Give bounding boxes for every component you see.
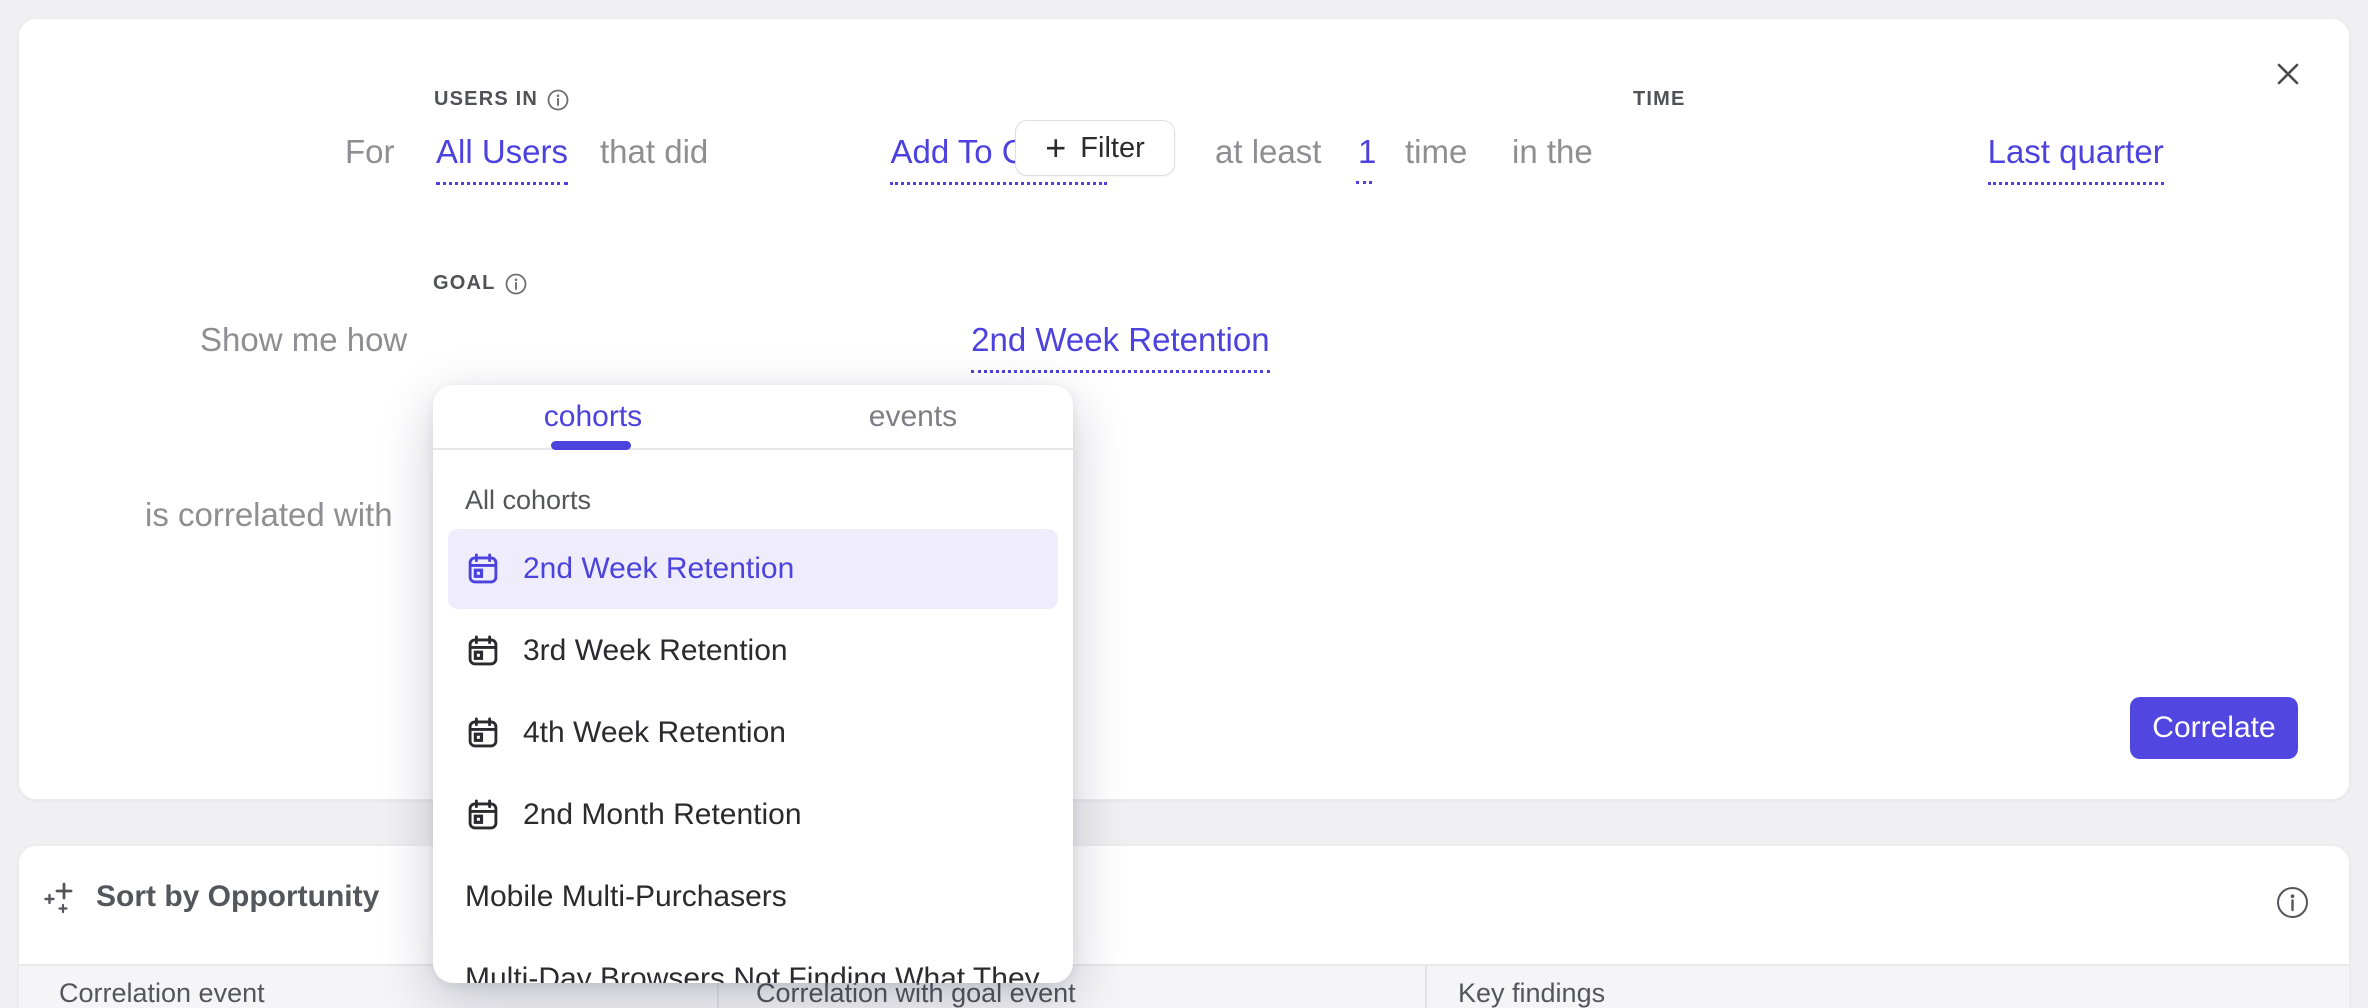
close-icon <box>2273 59 2303 89</box>
time-word: time <box>1405 132 1467 172</box>
for-word: For <box>345 132 395 172</box>
goal-dropdown: cohorts events All cohorts 2nd Week Rete… <box>433 385 1073 983</box>
goal-label: GOAL <box>433 272 527 295</box>
list-item-label: 2nd Week Retention <box>523 552 794 586</box>
users-in-label-text: USERS IN <box>434 88 538 111</box>
count-underline <box>1356 181 1372 184</box>
that-did-word: that did <box>600 132 708 172</box>
list-item[interactable]: 2nd Week Retention <box>448 529 1058 609</box>
info-icon[interactable] <box>547 89 569 111</box>
calendar-icon <box>465 633 501 669</box>
list-item-label: 2nd Month Retention <box>523 798 802 832</box>
count-selector[interactable]: 1 <box>1358 132 1376 172</box>
calendar-icon <box>465 797 501 833</box>
list-item-label: 3rd Week Retention <box>523 634 788 668</box>
column-header-correlation-event: Correlation event <box>59 978 265 1008</box>
list-item[interactable]: 3rd Week Retention <box>448 611 1058 691</box>
results-info-button[interactable] <box>2272 882 2312 922</box>
list-item-label: Multi-Day Browsers Not Finding What They <box>465 962 1040 983</box>
info-icon <box>2276 886 2309 919</box>
users-in-label: USERS IN <box>434 88 569 111</box>
correlation-builder-screen: USERS IN TIME For All Users that did Add… <box>0 0 2368 1008</box>
tab-events[interactable]: events <box>753 385 1073 448</box>
cohort-list: 2nd Week Retention 3rd Week Retention <box>448 529 1058 983</box>
active-tab-underline <box>551 441 631 450</box>
dropdown-tabbar: cohorts events <box>433 385 1073 450</box>
list-item-label: 4th Week Retention <box>523 716 786 750</box>
filter-button-label: Filter <box>1080 132 1144 165</box>
results-table-header: Correlation event Correlation with goal … <box>19 964 2349 1008</box>
goal-value: 2nd Week Retention <box>971 320 1269 360</box>
time-label-text: TIME <box>1633 88 1686 111</box>
list-item[interactable]: 2nd Month Retention <box>448 775 1058 855</box>
goal-label-text: GOAL <box>433 272 496 295</box>
column-divider <box>1425 966 1427 1008</box>
show-me-how-word: Show me how <box>200 320 407 360</box>
sparkle-sort-icon <box>42 878 80 916</box>
list-item[interactable]: Multi-Day Browsers Not Finding What They <box>448 939 1058 983</box>
tab-cohorts[interactable]: cohorts <box>433 385 753 448</box>
column-header-key-findings: Key findings <box>1458 978 1605 1008</box>
users-value: All Users <box>436 132 568 172</box>
timerange-value: Last quarter <box>1988 132 2164 172</box>
sort-by-opportunity-control[interactable]: Sort by Opportunity <box>42 878 379 916</box>
correlate-button[interactable]: Correlate <box>2130 697 2298 759</box>
list-item-label: Mobile Multi-Purchasers <box>465 880 787 914</box>
goal-selector[interactable]: 2nd Week Retention <box>971 320 1269 373</box>
calendar-icon <box>465 715 501 751</box>
is-correlated-with-word: is correlated with <box>145 495 393 535</box>
calendar-icon <box>465 551 501 587</box>
users-selector[interactable]: All Users <box>436 132 568 185</box>
close-button[interactable] <box>2266 52 2310 96</box>
timerange-selector[interactable]: Last quarter <box>1988 132 2164 185</box>
list-item[interactable]: 4th Week Retention <box>448 693 1058 773</box>
time-label: TIME <box>1633 88 1686 111</box>
in-the-word: in the <box>1512 132 1593 172</box>
list-item[interactable]: Mobile Multi-Purchasers <box>448 857 1058 937</box>
plus-icon: + <box>1045 130 1066 166</box>
sort-by-opportunity-label: Sort by Opportunity <box>96 880 379 914</box>
info-icon[interactable] <box>505 273 527 295</box>
add-filter-button[interactable]: + Filter <box>1015 120 1175 176</box>
cohort-section-label: All cohorts <box>465 485 591 516</box>
at-least-word: at least <box>1215 132 1321 172</box>
